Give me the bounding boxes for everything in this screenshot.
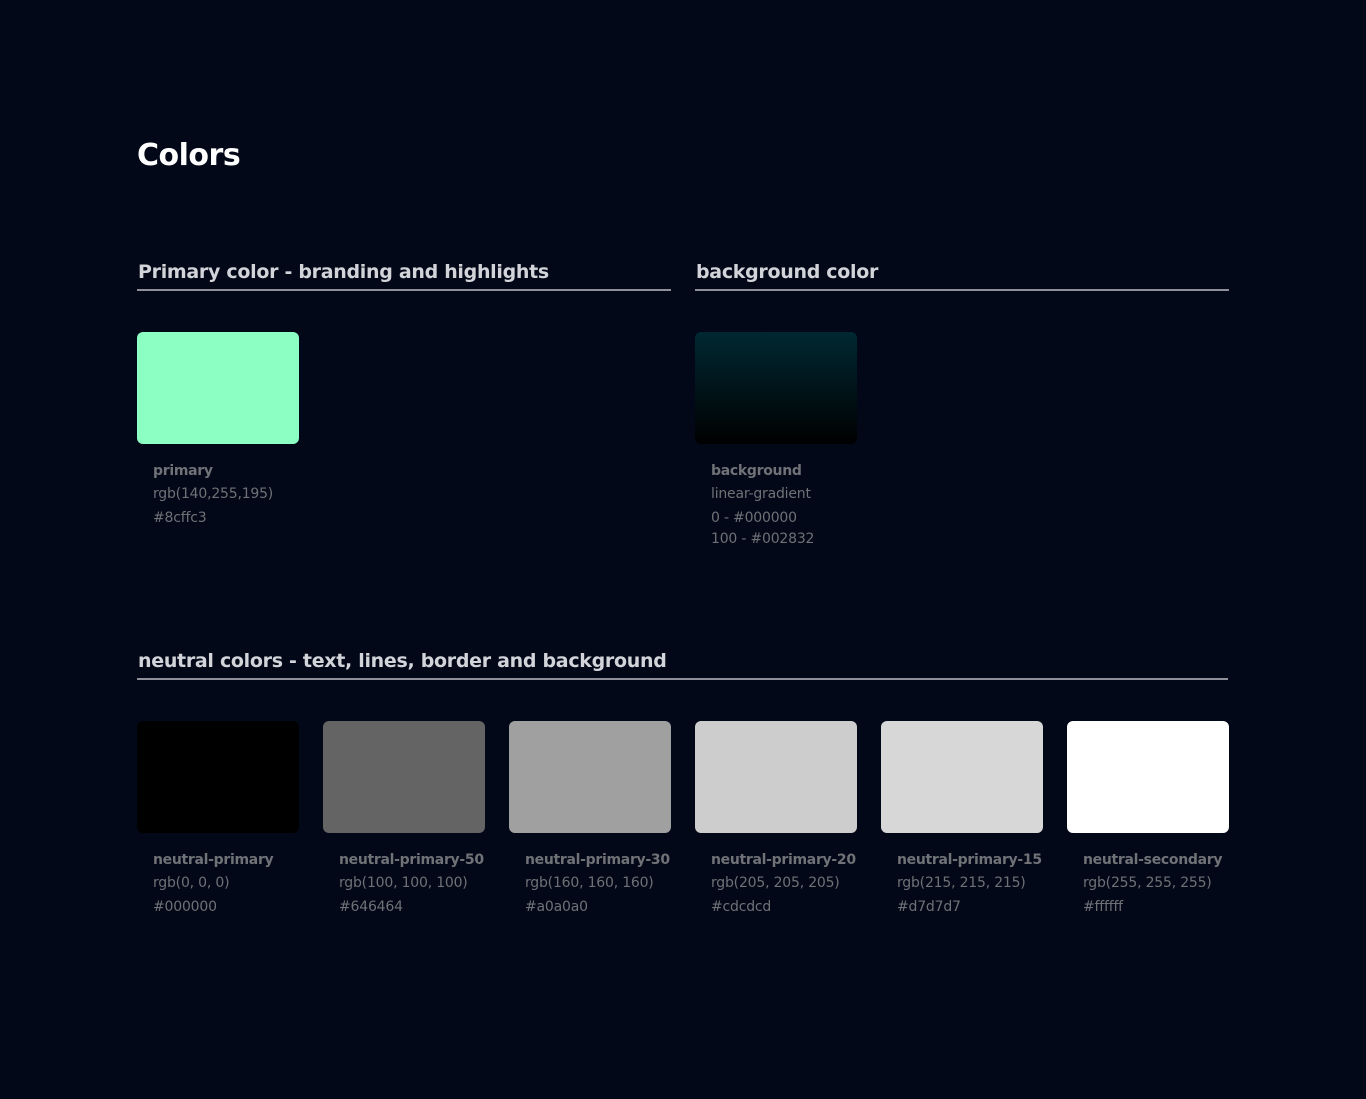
neutral-secondary-swatch: [1067, 721, 1229, 833]
neutral-primary-20-swatch: [695, 721, 857, 833]
primary-swatch-card: primary rgb(140,255,195) #8cffc3: [137, 332, 299, 529]
swatch-name: background: [711, 463, 802, 479]
swatch-name: neutral-primary-15: [897, 852, 1042, 868]
neutral-swatch-card: neutral-primary-15 rgb(215, 215, 215) #d…: [881, 721, 1043, 918]
swatch-hex: #646464: [339, 899, 403, 915]
neutral-swatch-card: neutral-primary-50 rgb(100, 100, 100) #6…: [323, 721, 485, 918]
neutral-swatch-card: neutral-secondary rgb(255, 255, 255) #ff…: [1067, 721, 1229, 918]
neutral-primary-50-swatch: [323, 721, 485, 833]
neutral-swatch-info: neutral-primary rgb(0, 0, 0) #000000: [137, 833, 299, 918]
neutral-swatch-info: neutral-primary-20 rgb(205, 205, 205) #c…: [695, 833, 857, 918]
swatch-hex: #ffffff: [1083, 899, 1123, 915]
swatch-rgb: rgb(140,255,195): [153, 486, 274, 502]
swatch-hex: #000000: [153, 899, 217, 915]
swatch-name: neutral-primary-50: [339, 852, 484, 868]
swatch-gradient-stop-0: 0 - #000000: [711, 510, 797, 526]
swatch-hex: #cdcdcd: [711, 899, 772, 915]
background-gradient-swatch: [695, 332, 857, 444]
swatch-hex: #8cffc3: [153, 510, 207, 526]
background-section-heading-label: background color: [696, 261, 879, 283]
background-swatch-info: background linear-gradient 0 - #000000 1…: [695, 444, 857, 550]
background-swatch-card: background linear-gradient 0 - #000000 1…: [695, 332, 857, 550]
swatch-rgb: rgb(205, 205, 205): [711, 875, 840, 891]
swatch-rgb: rgb(0, 0, 0): [153, 875, 230, 891]
swatch-rgb: rgb(255, 255, 255): [1083, 875, 1212, 891]
swatch-rgb: rgb(215, 215, 215): [897, 875, 1026, 891]
page-title: Colors: [137, 138, 241, 173]
swatch-gradient-type: linear-gradient: [711, 486, 811, 502]
neutral-swatch-info: neutral-primary-15 rgb(215, 215, 215) #d…: [881, 833, 1043, 918]
swatch-hex: #d7d7d7: [897, 899, 961, 915]
neutral-primary-15-swatch: [881, 721, 1043, 833]
neutral-section-heading-label: neutral colors - text, lines, border and…: [138, 650, 667, 672]
swatch-name: neutral-primary-30: [525, 852, 670, 868]
neutral-section-heading: neutral colors - text, lines, border and…: [137, 649, 1228, 680]
swatch-gradient-stop-100: 100 - #002832: [711, 531, 815, 547]
neutral-swatch-info: neutral-primary-30 rgb(160, 160, 160) #a…: [509, 833, 671, 918]
neutral-swatch-card: neutral-primary-20 rgb(205, 205, 205) #c…: [695, 721, 857, 918]
primary-color-swatch: [137, 332, 299, 444]
neutral-swatch-card: neutral-primary rgb(0, 0, 0) #000000: [137, 721, 299, 918]
swatch-rgb: rgb(160, 160, 160): [525, 875, 654, 891]
neutral-swatch-card: neutral-primary-30 rgb(160, 160, 160) #a…: [509, 721, 671, 918]
neutral-swatch-info: neutral-primary-50 rgb(100, 100, 100) #6…: [323, 833, 485, 918]
background-section-heading: background color: [695, 260, 1229, 291]
swatch-name: neutral-secondary: [1083, 852, 1223, 868]
neutral-primary-30-swatch: [509, 721, 671, 833]
swatch-rgb: rgb(100, 100, 100): [339, 875, 468, 891]
primary-section-heading-label: Primary color - branding and highlights: [138, 261, 549, 283]
swatch-name: neutral-primary: [153, 852, 274, 868]
swatch-name: primary: [153, 463, 213, 479]
neutral-swatch-info: neutral-secondary rgb(255, 255, 255) #ff…: [1067, 833, 1229, 918]
neutral-primary-swatch: [137, 721, 299, 833]
swatch-hex: #a0a0a0: [525, 899, 588, 915]
primary-swatch-info: primary rgb(140,255,195) #8cffc3: [137, 444, 299, 529]
swatch-name: neutral-primary-20: [711, 852, 856, 868]
primary-section-heading: Primary color - branding and highlights: [137, 260, 671, 291]
